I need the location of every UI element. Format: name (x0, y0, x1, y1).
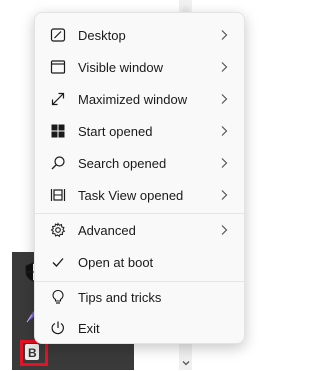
chevron-right-icon (218, 157, 230, 169)
menu-item-task-view-opened[interactable]: Task View opened (39, 180, 240, 210)
menu-item-advanced[interactable]: Advanced (39, 215, 240, 245)
desktop-icon (49, 26, 67, 44)
search-icon (49, 154, 67, 172)
scroll-down-arrow-icon[interactable] (181, 358, 191, 368)
chevron-right-icon (218, 29, 230, 41)
menu-item-label: Visible window (78, 59, 164, 75)
menu-item-open-at-boot[interactable]: Open at boot (39, 247, 240, 277)
menu-item-start-opened[interactable]: Start opened (39, 116, 240, 146)
chevron-right-icon (218, 93, 230, 105)
menu-item-label: Desktop (78, 27, 126, 43)
menu-item-label: Tips and tricks (78, 289, 162, 305)
chevron-right-icon (218, 189, 230, 201)
menu-item-label: Start opened (78, 123, 153, 139)
visible-window-icon (49, 58, 67, 76)
menu-item-label: Open at boot (78, 254, 154, 270)
menu-item-tips-and-tricks[interactable]: Tips and tricks (39, 282, 240, 312)
chevron-right-icon (218, 61, 230, 73)
lightbulb-icon (49, 288, 67, 306)
chevron-right-icon (218, 224, 230, 236)
menu-item-label: Task View opened (78, 187, 184, 203)
menu-item-search-opened[interactable]: Search opened (39, 148, 240, 178)
task-view-icon (49, 186, 67, 204)
menu-item-visible-window[interactable]: Visible window (39, 52, 240, 82)
menu-item-exit[interactable]: Exit (39, 313, 240, 343)
power-icon (49, 319, 67, 337)
menu-item-maximized-window[interactable]: Maximized window (39, 84, 240, 114)
tray-context-menu: Desktop Visible window Maximized window … (34, 12, 245, 344)
menu-item-label: Exit (78, 320, 100, 336)
checkmark-icon (49, 253, 67, 271)
gear-icon (49, 221, 67, 239)
menu-separator (35, 213, 244, 214)
menu-item-label: Advanced (78, 222, 136, 238)
menu-item-label: Maximized window (78, 91, 188, 107)
menu-item-label: Search opened (78, 155, 167, 171)
windows-start-icon (49, 122, 67, 140)
menu-item-desktop[interactable]: Desktop (39, 20, 240, 50)
chevron-right-icon (218, 125, 230, 137)
maximize-icon (49, 90, 67, 108)
